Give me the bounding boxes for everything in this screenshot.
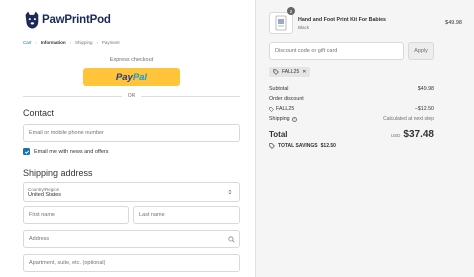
paypal-button[interactable]: Pay Pal — [83, 68, 180, 86]
email-field[interactable]: Email or mobile phone number — [23, 124, 240, 142]
brand-name: PawPrintPod — [42, 14, 111, 26]
checkmark-icon — [24, 149, 29, 154]
apartment-field[interactable]: Apartment, suite, etc. (optional) — [23, 254, 240, 272]
total-value: $37.48 — [403, 128, 434, 140]
quantity-badge: 2 — [287, 7, 295, 15]
subtotal-value: $49.98 — [417, 86, 434, 92]
email-placeholder: Email or mobile phone number — [29, 130, 104, 136]
address-field[interactable]: Address — [23, 230, 240, 248]
shipping-row: Shipping ? Calculated at next step — [269, 116, 434, 122]
total-savings-value: $12.50 — [320, 143, 336, 149]
breadcrumb-payment: Payment — [101, 40, 120, 45]
discount-code-label: FALL25 — [276, 106, 295, 112]
chevron-right-icon: › — [35, 40, 37, 45]
divider-line — [141, 95, 240, 97]
remove-discount-icon[interactable]: ✕ — [302, 69, 306, 75]
breadcrumb: Cart › Information › Shipping › Payment — [23, 40, 120, 45]
address-placeholder: Address — [29, 236, 50, 242]
total-row: Total USD $37.48 — [269, 128, 434, 140]
dog-logo-icon — [25, 11, 39, 29]
first-name-field[interactable]: First name — [23, 206, 129, 224]
tag-icon — [273, 69, 279, 75]
country-select[interactable]: Country/Region United States — [23, 182, 240, 202]
product-name: Hand and Foot Print Kit For Babies — [298, 17, 386, 23]
or-divider: OR — [23, 92, 240, 100]
shipping-label: Shipping — [269, 116, 290, 122]
total-savings-label: TOTAL SAVINGS — [278, 143, 318, 149]
apartment-placeholder: Apartment, suite, etc. (optional) — [29, 260, 106, 266]
discount-line-row: FALL25 −$12.50 — [269, 106, 434, 112]
express-checkout-label: Express checkout — [109, 57, 154, 63]
contact-heading: Contact — [23, 108, 55, 118]
chevron-right-icon: › — [69, 40, 71, 45]
breadcrumb-information: Information — [40, 40, 66, 45]
paypal-logo-pal: Pal — [132, 71, 148, 83]
applied-code-label: FALL25 — [282, 69, 300, 75]
news-offers-option[interactable]: Email me with news and offers — [23, 148, 109, 155]
or-label: OR — [127, 93, 136, 99]
tag-icon — [269, 143, 275, 149]
search-icon — [228, 236, 235, 243]
last-name-placeholder: Last name — [139, 212, 165, 218]
paypal-logo-pay: Pay — [115, 71, 133, 83]
last-name-field[interactable]: Last name — [133, 206, 240, 224]
total-currency: USD — [390, 132, 401, 138]
news-offers-label: Email me with news and offers — [34, 148, 109, 155]
product-thumbnail — [269, 12, 293, 34]
country-value: United States — [28, 191, 62, 198]
discount-placeholder: Discount code or gift card — [275, 48, 338, 54]
chevron-updown-icon — [228, 189, 232, 195]
discount-code-value: −$12.50 — [414, 106, 434, 112]
total-label: Total — [269, 129, 288, 139]
chevron-right-icon: › — [96, 40, 98, 45]
shipping-value: Calculated at next step — [383, 116, 434, 122]
help-icon[interactable]: ? — [291, 116, 297, 122]
divider-line — [23, 95, 122, 97]
product-variant: Black — [298, 25, 310, 30]
apply-button[interactable]: Apply — [408, 42, 434, 60]
product-price: $49.98 — [445, 20, 462, 26]
tag-icon — [269, 106, 274, 112]
first-name-placeholder: First name — [29, 212, 55, 218]
checkout-form-pane: PawPrintPod Cart › Information › Shippin… — [0, 0, 255, 277]
applied-discount-tag: FALL25 ✕ — [269, 67, 311, 77]
order-discount-label: Order discount — [269, 96, 304, 102]
breadcrumb-shipping: Shipping — [74, 40, 93, 45]
breadcrumb-cart[interactable]: Cart — [23, 40, 32, 45]
discount-code-field[interactable]: Discount code or gift card — [269, 42, 404, 60]
brand-logo[interactable]: PawPrintPod — [23, 9, 111, 31]
shipping-address-heading: Shipping address — [23, 168, 93, 178]
news-offers-checkbox[interactable] — [23, 148, 30, 155]
subtotal-label: Subtotal — [269, 86, 289, 92]
total-savings-row: TOTAL SAVINGS $12.50 — [269, 143, 434, 149]
subtotal-row: Subtotal $49.98 — [269, 86, 434, 92]
order-discount-row: Order discount — [269, 96, 434, 102]
product-image-icon — [275, 15, 287, 31]
